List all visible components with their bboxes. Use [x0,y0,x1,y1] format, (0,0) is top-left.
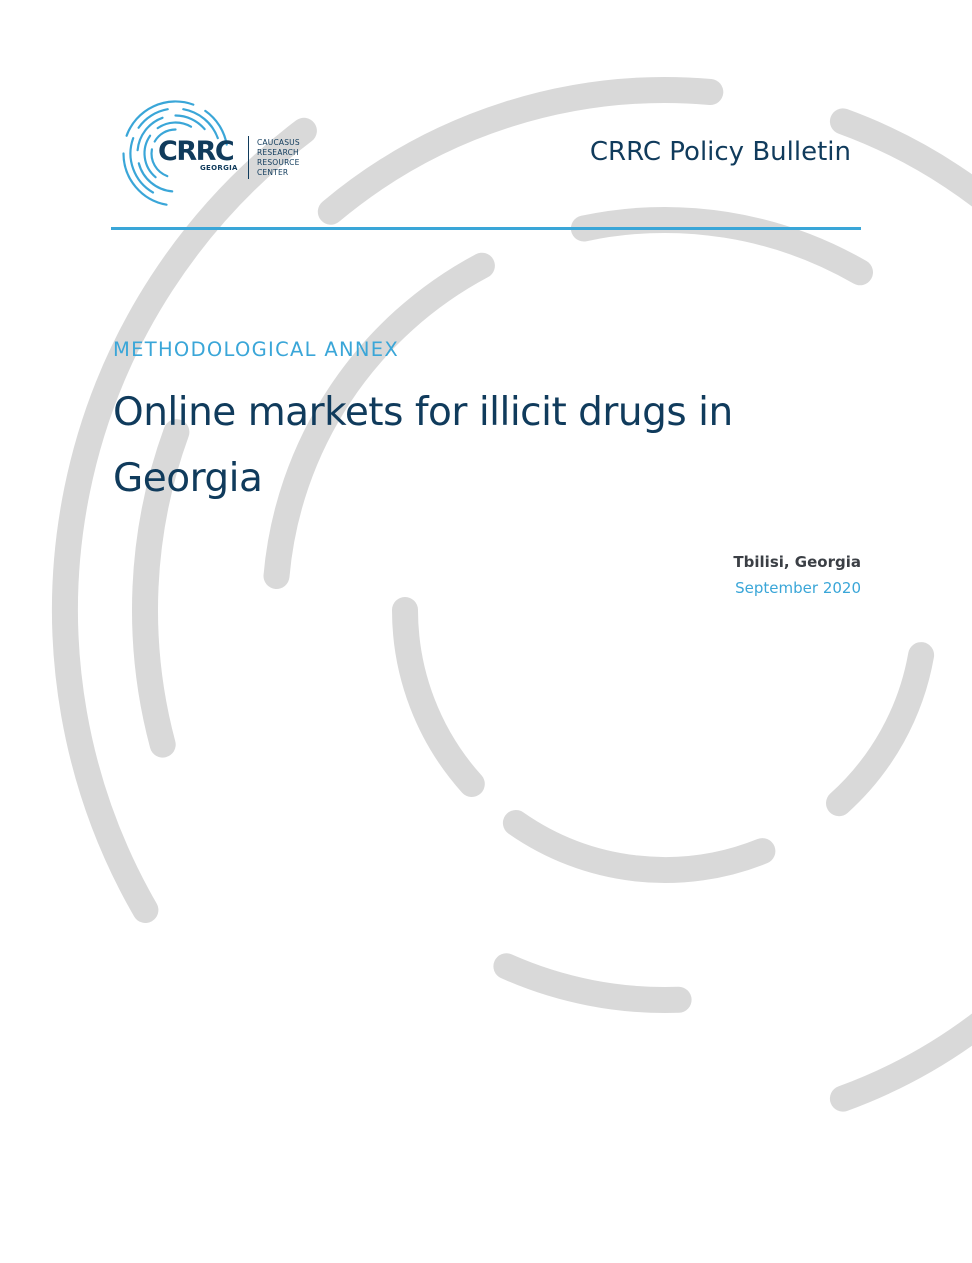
logo-ring-segment [156,121,193,130]
logo-name-line: RESOURCE [257,158,300,167]
document-title: Online markets for illicit drugs in Geor… [113,390,733,501]
logo-mark: CRRC [158,136,235,167]
decorative-arc [392,597,485,797]
decorative-arc [502,810,776,883]
logo-name-line: RESEARCH [257,148,299,157]
decorative-arc [826,642,935,817]
header-divider [111,227,861,230]
bulletin-label: CRRC Policy Bulletin [589,137,851,167]
logo-sub: GEORGIA [200,164,238,172]
location: Tbilisi, Georgia [733,553,861,571]
logo-organization-name: CAUCASUS RESEARCH RESOURCE CENTER [257,138,300,178]
publication-date: September 2020 [735,579,861,597]
decorative-arc [829,1013,972,1112]
decorative-arc [52,117,317,923]
logo-divider [248,136,249,179]
logo-name-line: CENTER [257,168,289,177]
section-label: METHODOLOGICAL ANNEX [113,338,400,361]
decorative-arc [493,953,692,1014]
logo-name-line: CAUCASUS [257,138,300,147]
crrc-logo: CRRC GEORGIA CAUCASUS RESEARCH RESOURCE … [118,96,318,211]
